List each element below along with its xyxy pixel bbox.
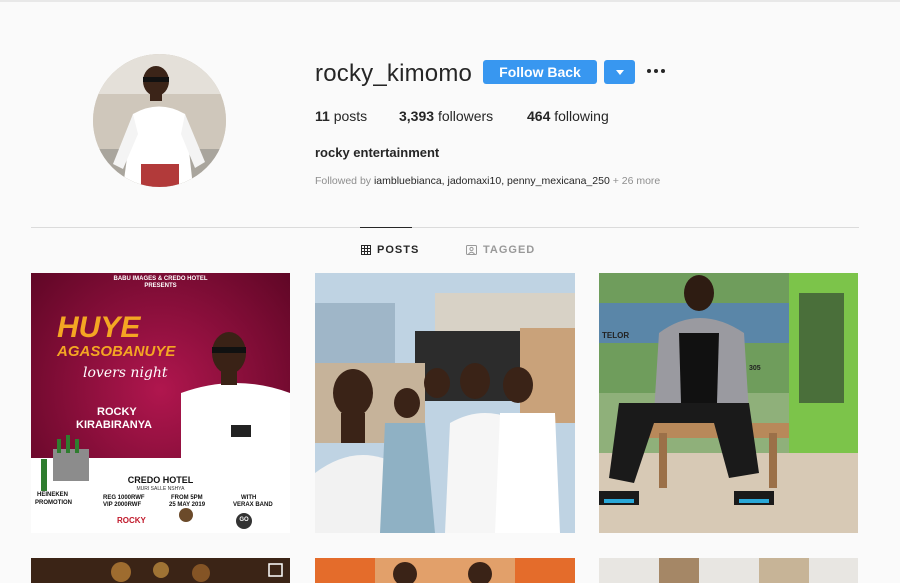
more-options-button[interactable]	[647, 64, 665, 78]
following-label: following	[554, 108, 609, 124]
posts-label: posts	[333, 108, 368, 124]
tab-posts-label: POSTS	[377, 244, 420, 256]
poster-logo: ROCKY	[117, 516, 146, 525]
poster-sponsor: HEINEKEN	[37, 492, 69, 498]
poster-subtitle: lovers night	[83, 365, 168, 381]
active-tab-indicator	[360, 227, 412, 228]
poster-venue-sub: MURI SALLE NSHYA	[136, 486, 185, 492]
window-top-border	[0, 0, 900, 2]
profile-avatar[interactable]	[93, 54, 226, 187]
poster-band-2: VERAX BAND	[233, 502, 273, 508]
poster-title: HUYE	[57, 311, 141, 344]
followers-label: followers	[437, 108, 494, 124]
sign-text: TELOR	[602, 331, 630, 340]
poster-go-logo: GO	[239, 517, 249, 523]
poster-date: 25 MAY 2019	[169, 502, 206, 508]
followed-by-names[interactable]: iamblu​ebianca, jadomaxi10, penny_mexica…	[374, 175, 610, 187]
poster-header: BABU IMAGES & CREDO HOTEL	[113, 276, 208, 282]
sign-number: 305	[749, 365, 761, 372]
more-dots-icon	[647, 69, 651, 73]
poster-title-2: AGASOBANUYE	[57, 343, 176, 360]
following-count: 464	[527, 108, 551, 124]
post-tile-3[interactable]: TELOR 305	[599, 273, 858, 533]
tab-posts[interactable]: POSTS	[361, 244, 419, 256]
follow-back-button[interactable]: Follow Back	[483, 60, 597, 84]
tabs-divider	[31, 227, 859, 228]
suggestions-dropdown-button[interactable]	[604, 60, 635, 84]
poster-artist-2: KIRABIRANYA	[76, 419, 152, 431]
poster-venue: CREDO HOTEL	[127, 475, 194, 485]
post-tile-5[interactable]	[315, 558, 575, 583]
profile-username: rocky_kimomo	[315, 60, 473, 87]
poster-header-presents: PRESENTS	[144, 283, 177, 289]
posts-count-stat: 11 posts	[315, 108, 367, 124]
posts-count: 11	[315, 108, 330, 124]
grid-icon	[361, 245, 371, 255]
tab-tagged[interactable]: TAGGED	[466, 244, 535, 256]
poster-price: REG 1000RWF	[103, 495, 145, 501]
following-stat[interactable]: 464 following	[527, 108, 609, 124]
post-tile-1[interactable]: BABU IMAGES & CREDO HOTEL PRESENTS HUYE …	[31, 273, 290, 533]
post-tile-6[interactable]	[599, 558, 858, 583]
followed-by-prefix: Followed by	[315, 175, 374, 187]
followers-stat[interactable]: 3,393 followers	[399, 108, 493, 124]
poster-band: WITH	[241, 495, 257, 501]
profile-full-name: rocky entertainment	[315, 145, 440, 160]
followed-by-line[interactable]: Followed by iamblu​ebianca, jadomaxi10, …	[315, 175, 660, 187]
post-tile-4[interactable]	[31, 558, 290, 583]
tab-tagged-label: TAGGED	[483, 244, 536, 256]
chevron-down-icon	[616, 70, 624, 75]
tag-icon	[466, 245, 477, 255]
poster-sponsor-2: PROMOTION	[35, 500, 72, 506]
followed-by-more[interactable]: + 26 more	[610, 175, 661, 187]
followers-count: 3,393	[399, 108, 435, 124]
poster-artist: ROCKY	[97, 406, 137, 418]
poster-time: FROM 5PM	[171, 495, 203, 501]
post-tile-2[interactable]	[315, 273, 575, 533]
poster-price-2: VIP 2000RWF	[103, 502, 142, 508]
